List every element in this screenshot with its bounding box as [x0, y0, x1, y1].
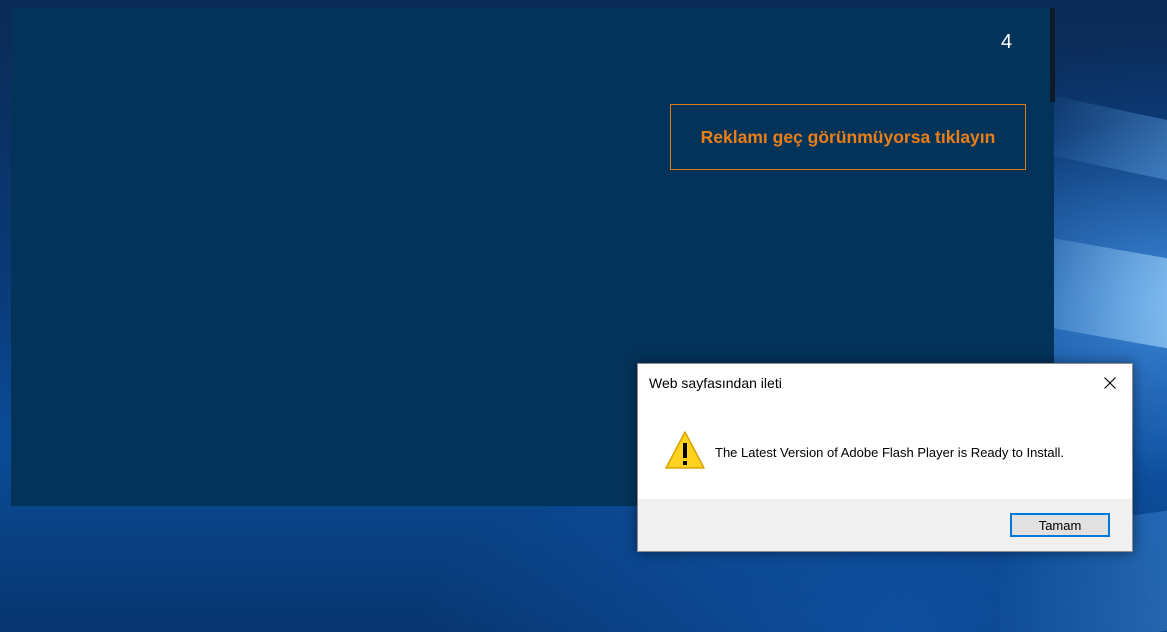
dialog-title: Web sayfasından ileti [649, 375, 782, 391]
close-button[interactable] [1088, 364, 1132, 402]
alert-dialog: Web sayfasından ileti The Latest Version… [637, 363, 1133, 552]
dialog-body: The Latest Version of Adobe Flash Player… [638, 402, 1132, 499]
scrollbar[interactable] [1050, 8, 1055, 102]
dialog-footer: Tamam [638, 499, 1132, 551]
ad-countdown: 4 [1001, 31, 1013, 53]
close-icon [1104, 377, 1116, 389]
dialog-message: The Latest Version of Adobe Flash Player… [715, 445, 1065, 460]
skip-ad-button[interactable]: Reklamı geç görünmüyorsa tıklayın [670, 104, 1026, 170]
desktop-light-beam [1040, 235, 1167, 355]
skip-ad-label: Reklamı geç görünmüyorsa tıklayın [700, 126, 996, 147]
warning-icon [665, 431, 705, 469]
desktop-light-beam [1040, 92, 1167, 188]
ok-button-label: Tamam [1038, 517, 1082, 533]
ok-button[interactable]: Tamam [1010, 513, 1110, 537]
dialog-titlebar[interactable]: Web sayfasından ileti [638, 364, 1132, 402]
